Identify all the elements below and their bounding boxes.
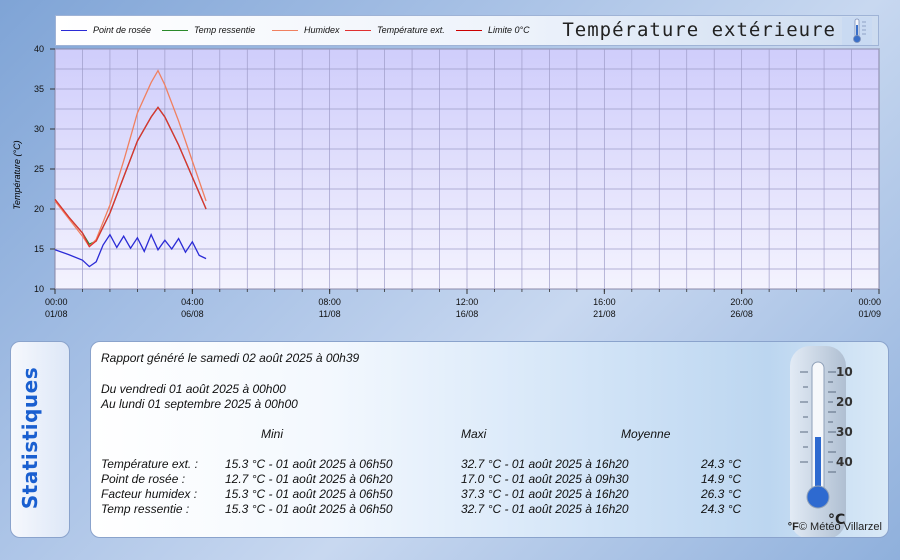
stat-row-label: Facteur humidex :: [101, 487, 198, 501]
y-axis-label: Température (°C): [12, 140, 22, 210]
stat-row-mini: 15.3 °C - 01 août 2025 à 06h50: [225, 487, 393, 501]
y-tick-label: 30: [34, 124, 44, 134]
stat-row-label: Température ext. :: [101, 457, 198, 471]
x-tick-date: 16/08: [456, 309, 479, 319]
stat-row-mini: 12.7 °C - 01 août 2025 à 06h20: [225, 472, 393, 486]
y-tick-label: 15: [34, 244, 44, 254]
x-tick-date: 06/08: [181, 309, 204, 319]
y-tick-label: 20: [34, 204, 44, 214]
column-moyenne: Moyenne: [621, 427, 671, 441]
thermometer-illustration-icon: 40 30 20 10 °C: [790, 346, 853, 537]
therm-scale-30: 30: [836, 425, 853, 439]
x-tick-date: 01/09: [858, 309, 881, 319]
stat-row-moyenne: 24.3 °C: [701, 457, 742, 471]
stat-row-moyenne: 26.3 °C: [701, 487, 742, 501]
therm-scale-20: 20: [836, 395, 853, 409]
stat-row-maxi: 32.7 °C - 01 août 2025 à 16h20: [461, 457, 629, 471]
stat-row-moyenne: 14.9 °C: [701, 472, 742, 486]
stat-row-moyenne: 24.3 °C: [701, 502, 742, 516]
therm-scale-10: 10: [836, 365, 853, 379]
x-tick-time: 08:00: [318, 297, 341, 307]
x-tick-date: 11/08: [319, 309, 341, 319]
stat-row-label: Point de rosée :: [101, 472, 186, 486]
report-generated: Rapport généré le samedi 02 août 2025 à …: [101, 351, 360, 365]
column-maxi: Maxi: [461, 427, 487, 441]
stat-row-mini: 15.3 °C - 01 août 2025 à 06h50: [225, 457, 393, 471]
stat-row-mini: 15.3 °C - 01 août 2025 à 06h50: [225, 502, 393, 516]
report-to: Au lundi 01 septembre 2025 à 00h00: [101, 397, 298, 411]
x-tick-time: 12:00: [456, 297, 479, 307]
x-tick-date: 01/08: [45, 309, 68, 319]
fahrenheit-unit: °F: [787, 521, 799, 533]
statistics-panel: 40 30 20 10 °C Rapport généré le samedi …: [90, 341, 889, 538]
y-tick-label: 10: [34, 284, 44, 294]
x-tick-time: 00:00: [858, 297, 881, 307]
x-tick-date: 26/08: [730, 309, 753, 319]
therm-scale-40: 40: [836, 455, 853, 469]
column-mini: Mini: [261, 427, 284, 441]
x-tick-time: 20:00: [730, 297, 753, 307]
report-from: Du vendredi 01 août 2025 à 00h00: [101, 382, 286, 396]
x-tick-time: 04:00: [181, 297, 204, 307]
stat-row-maxi: 32.7 °C - 01 août 2025 à 16h20: [461, 502, 629, 516]
y-tick-label: 35: [34, 84, 44, 94]
stat-row-maxi: 37.3 °C - 01 août 2025 à 16h20: [461, 487, 629, 501]
y-tick-label: 25: [34, 164, 44, 174]
credit-text: © Météo Villarzel: [798, 521, 882, 533]
x-tick-date: 21/08: [593, 309, 616, 319]
stat-row-label: Temp ressentie :: [101, 502, 190, 516]
temperature-chart: 10 15 20 25 30 35 40 00:00 01/08 04:00 06/08 08:00 1…: [34, 44, 881, 319]
x-tick-time: 16:00: [593, 297, 616, 307]
stat-row-maxi: 17.0 °C - 01 août 2025 à 09h30: [461, 472, 629, 486]
y-tick-label: 40: [34, 44, 44, 54]
statistics-tab-label: Statistiques: [18, 366, 42, 510]
credit: °F© Météo Villarzel: [788, 521, 882, 533]
x-tick-time: 00:00: [45, 297, 68, 307]
